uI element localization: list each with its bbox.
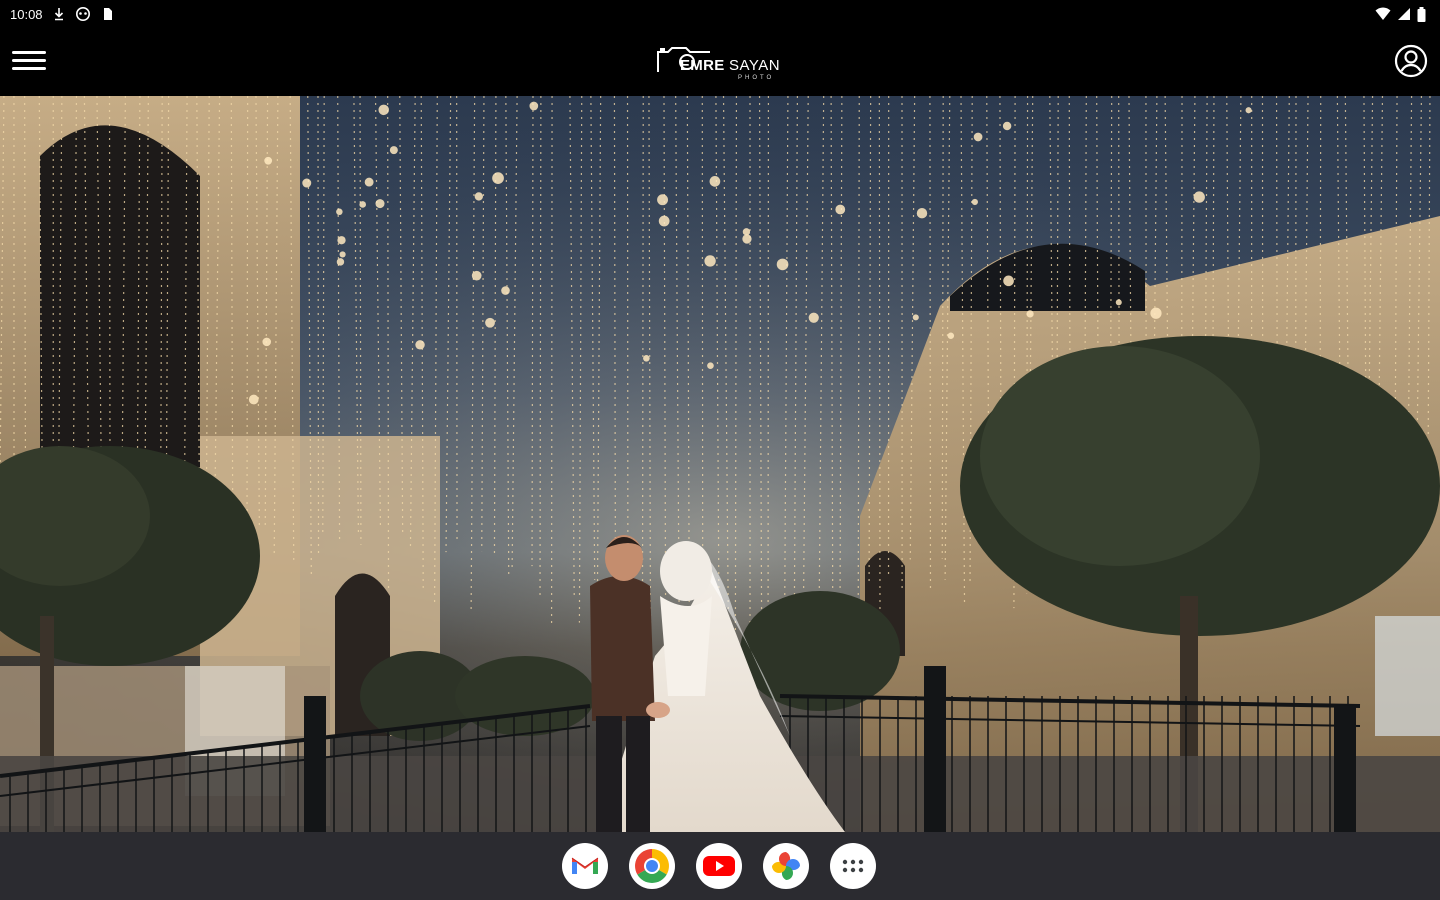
battery-icon: [1417, 6, 1426, 22]
youtube-icon[interactable]: [696, 843, 742, 889]
dock-apps: [562, 843, 876, 889]
logo-text-light: SAYAN: [729, 57, 781, 74]
photos-icon[interactable]: [763, 843, 809, 889]
hero-photo[interactable]: [0, 96, 1440, 832]
app-bar: EMRE SAYAN PHOTO: [0, 28, 1440, 96]
signal-icon: [1398, 8, 1410, 20]
brand-logo[interactable]: EMRE SAYAN PHOTO: [654, 40, 788, 86]
status-time: 10:08: [10, 6, 43, 22]
status-bar: 10:08: [0, 0, 1440, 28]
chrome-icon[interactable]: [629, 843, 675, 889]
logo-text-bold: EMRE: [680, 57, 725, 74]
gamepad-icon: [75, 7, 90, 21]
gmail-icon[interactable]: [562, 843, 608, 889]
download-icon: [54, 8, 63, 21]
wifi-icon: [1375, 7, 1391, 20]
hamburger-menu-icon[interactable]: [12, 46, 46, 76]
wedding-photo-illustration: [0, 96, 1440, 832]
account-circle-icon[interactable]: [1394, 44, 1428, 78]
sim-card-icon: [103, 8, 112, 20]
app-drawer-icon[interactable]: [830, 843, 876, 889]
logo-subtext: PHOTO: [738, 75, 775, 81]
